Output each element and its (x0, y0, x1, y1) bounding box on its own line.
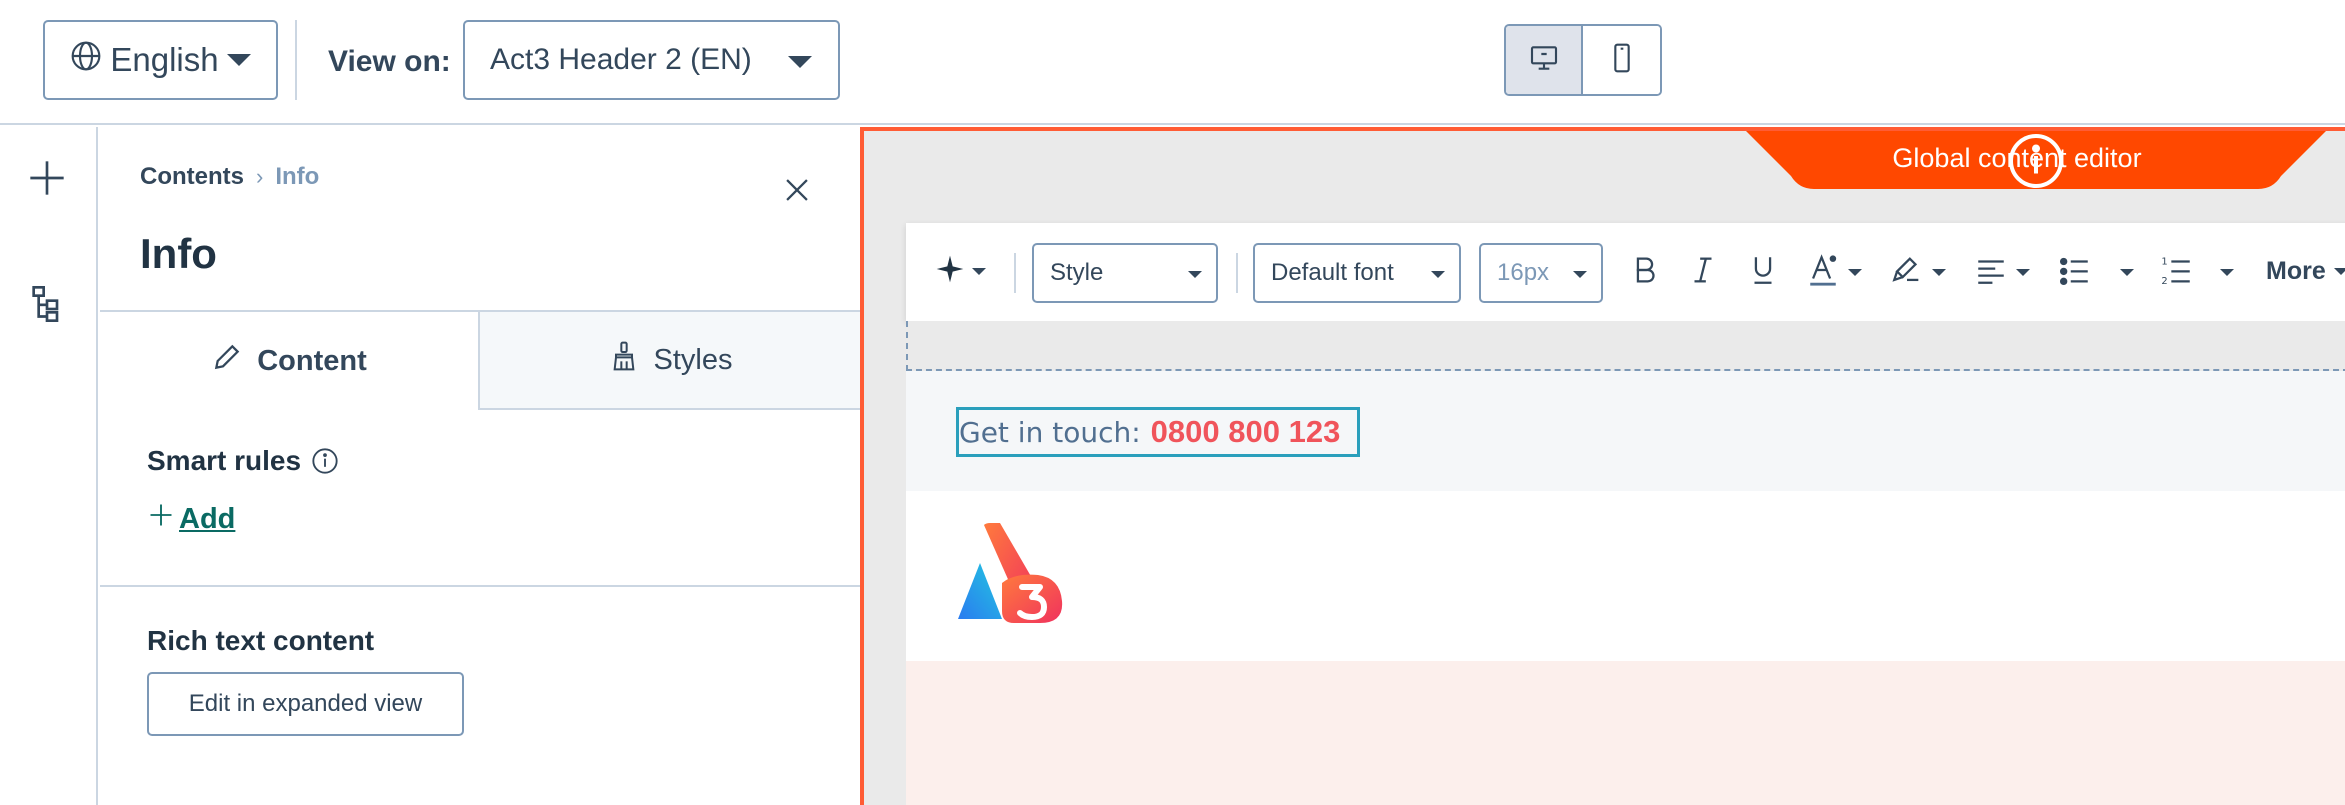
add-label: Add (179, 502, 236, 535)
contact-prefix: Get in touch: (959, 415, 1141, 449)
chevron-down-icon (1188, 271, 1202, 278)
more-label: More (2266, 257, 2326, 285)
bold-button[interactable] (1628, 252, 1662, 292)
font-size-value: 16px (1497, 259, 1550, 286)
header-logo-strip (906, 491, 2345, 661)
chevron-down-icon (2220, 268, 2234, 276)
panel-title: Info (140, 230, 217, 277)
close-panel-button[interactable] (780, 173, 814, 207)
bullet-list-icon (2058, 253, 2092, 292)
view-on-select[interactable]: Act3 Header 2 (EN) (463, 20, 840, 100)
toolbar-divider (1236, 253, 1238, 293)
add-module-button[interactable] (24, 157, 70, 203)
toolbar-divider (1014, 253, 1016, 293)
chevron-down-icon (2016, 268, 2030, 276)
text-color-icon (1806, 253, 1840, 292)
close-icon (780, 179, 814, 211)
numbered-list-dropdown[interactable] (2220, 252, 2234, 292)
font-size-select[interactable]: 16px (1479, 243, 1603, 303)
underline-button[interactable] (1746, 252, 1780, 292)
breadcrumb-separator: › (256, 164, 264, 189)
plus-icon (147, 501, 175, 537)
left-rail (0, 127, 98, 805)
divider (295, 20, 297, 100)
desktop-icon (1528, 41, 1560, 80)
contact-phone-number: 0800 800 123 (1150, 414, 1341, 449)
act3-logo-graphic (958, 523, 1063, 623)
underline-icon (1746, 253, 1780, 292)
chevron-down-icon (788, 56, 812, 68)
global-content-editor-badge: Global content editor (1746, 131, 2326, 191)
module-drop-area (906, 321, 2345, 371)
preview-canvas: Global content editor Style Default font… (860, 127, 2345, 805)
desktop-view-button[interactable] (1506, 26, 1584, 94)
chevron-down-icon (1848, 268, 1862, 276)
mobile-icon (1606, 41, 1638, 80)
language-selector[interactable]: English (43, 20, 278, 100)
rich-text-label: Rich text content (147, 625, 375, 656)
add-smart-rule-link[interactable]: Add (147, 501, 235, 537)
ai-sparkle-icon (934, 253, 966, 290)
layers-tree-button[interactable] (24, 283, 70, 329)
edit-expanded-view-button[interactable]: Edit in expanded view (147, 672, 464, 736)
tree-icon (27, 284, 67, 329)
italic-icon (1686, 253, 1720, 292)
globe-icon (70, 40, 102, 80)
style-select[interactable]: Style (1032, 243, 1218, 303)
chevron-down-icon (226, 54, 251, 66)
align-icon (1974, 253, 2008, 292)
mobile-view-button[interactable] (1583, 26, 1660, 94)
numbered-list-icon: 1 2 (2160, 253, 2194, 292)
bold-icon (1628, 253, 1662, 292)
chevron-down-icon (1932, 268, 1946, 276)
section-divider (100, 585, 860, 587)
ai-assist-button[interactable] (934, 253, 986, 290)
view-on-value: Act3 Header 2 (EN) (490, 43, 752, 76)
numbered-list-button[interactable]: 1 2 (2160, 252, 2194, 292)
align-button[interactable] (1974, 252, 2030, 292)
tab-styles-label: Styles (653, 343, 733, 376)
chevron-down-icon (1573, 271, 1587, 278)
italic-button[interactable] (1686, 252, 1720, 292)
device-toggle (1504, 24, 1662, 96)
style-select-value: Style (1050, 259, 1104, 286)
rich-text-toolbar: Style Default font 16px 1 2 More (906, 223, 2345, 321)
chevron-down-icon (2333, 268, 2345, 275)
font-select[interactable]: Default font (1253, 243, 1461, 303)
language-label: English (110, 41, 219, 78)
act3-logo[interactable] (956, 523, 1068, 625)
panel-tabs: Content Styles (100, 310, 860, 410)
breadcrumb-contents-link[interactable]: Contents (140, 163, 244, 191)
module-panel: Contents › Info Info Content Styles Smar… (100, 127, 860, 805)
pencil-icon (211, 341, 243, 381)
chevron-down-icon (2120, 268, 2134, 276)
info-icon[interactable] (311, 447, 339, 475)
info-icon[interactable] (2009, 134, 2180, 188)
highlight-button[interactable] (1890, 252, 1946, 292)
brush-icon (608, 340, 640, 380)
more-button[interactable]: More (2266, 257, 2345, 286)
breadcrumb-current: Info (275, 163, 320, 190)
chevron-down-icon (972, 268, 986, 275)
top-bar: English View on: Act3 Header 2 (EN) (0, 0, 2345, 125)
tab-styles[interactable]: Styles (480, 312, 860, 410)
smart-rules-label: Smart rules (147, 445, 302, 476)
text-color-button[interactable] (1806, 252, 1862, 292)
font-select-value: Default font (1271, 259, 1394, 286)
highlight-icon (1890, 253, 1924, 292)
tab-content-label: Content (257, 344, 367, 377)
bullet-list-dropdown[interactable] (2120, 252, 2134, 292)
smart-rules-heading: Smart rules (147, 445, 339, 477)
header-nav-strip (906, 661, 2345, 805)
breadcrumb: Contents › Info (140, 163, 319, 191)
plus-icon (27, 158, 67, 203)
svg-text:1: 1 (2161, 256, 2167, 267)
view-on-label: View on: (328, 45, 451, 78)
global-content-editor-label: Global content editor (1746, 131, 2326, 188)
svg-text:2: 2 (2161, 276, 2167, 287)
contact-text-editable[interactable]: Get in touch: 0800 800 123 (956, 407, 1360, 457)
chevron-down-icon (1431, 271, 1445, 278)
bullet-list-button[interactable] (2058, 252, 2092, 292)
tab-content[interactable]: Content (100, 312, 480, 410)
